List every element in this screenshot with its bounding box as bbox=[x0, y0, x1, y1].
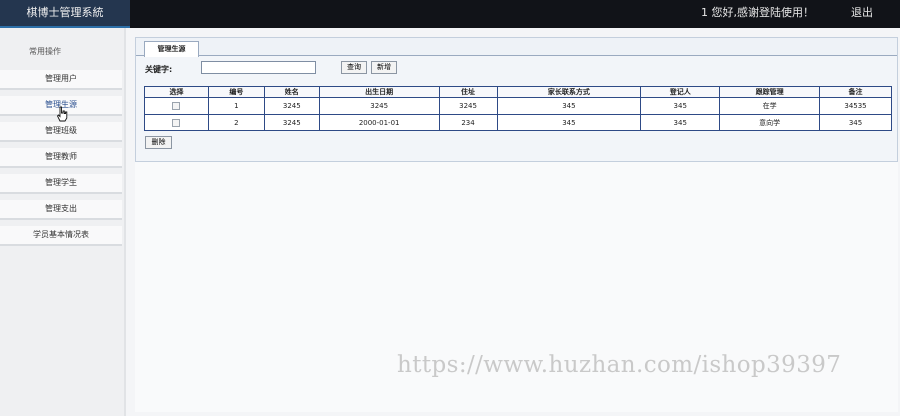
col-header-parent-contact: 家长联系方式 bbox=[496, 86, 642, 98]
col-header-registrar: 登记人 bbox=[640, 86, 721, 98]
welcome-text: 1 您好,感谢登陆使用！ bbox=[701, 6, 814, 19]
sidebar-item-manage-expenses[interactable]: 管理支出 bbox=[0, 200, 122, 220]
col-header-tracking: 跟踪管理 bbox=[719, 86, 821, 98]
id-cell: 1 bbox=[207, 97, 265, 115]
sidebar: 常用操作 管理用户 管理生源 管理班级 管理教师 管理学生 管理支出 学员基本情… bbox=[0, 28, 126, 416]
sidebar-item-manage-teachers[interactable]: 管理教师 bbox=[0, 148, 122, 168]
name-cell: 3245 bbox=[263, 114, 320, 131]
main-panel: 管理生源 关键字: 查询 新增 选择 编号 姓名 出生日期 住址 家长联系方式 … bbox=[135, 37, 898, 162]
parent-contact-cell: 345 bbox=[496, 97, 642, 115]
watermark-text: https://www.huzhan.com/ishop39397 bbox=[397, 352, 842, 378]
row-checkbox[interactable] bbox=[172, 102, 181, 110]
tracking-cell: 在学 bbox=[719, 97, 821, 115]
remark-cell: 345 bbox=[819, 114, 892, 131]
col-header-name: 姓名 bbox=[263, 86, 320, 98]
query-button[interactable]: 查询 bbox=[341, 61, 367, 74]
registrar-cell: 345 bbox=[640, 97, 721, 115]
col-header-address: 住址 bbox=[438, 86, 498, 98]
tab-manage-sources[interactable]: 管理生源 bbox=[144, 41, 199, 57]
id-cell: 2 bbox=[207, 114, 265, 131]
row-checkbox[interactable] bbox=[172, 118, 181, 127]
delete-button[interactable]: 删除 bbox=[145, 136, 172, 149]
table-row: 2 3245 2000-01-01 234 345 345 意向学 345 bbox=[144, 114, 892, 131]
tab-strip: 管理生源 bbox=[136, 38, 897, 57]
name-cell: 3245 bbox=[263, 97, 320, 115]
col-header-id: 编号 bbox=[207, 86, 265, 98]
select-cell bbox=[144, 97, 209, 115]
sidebar-item-student-report[interactable]: 学员基本情况表 bbox=[0, 226, 122, 246]
select-cell bbox=[144, 114, 209, 131]
sidebar-item-manage-users[interactable]: 管理用户 bbox=[0, 70, 122, 90]
birthdate-cell: 2000-01-01 bbox=[318, 114, 440, 131]
table-row: 1 3245 3245 3245 345 345 在学 34535 bbox=[144, 97, 892, 115]
sidebar-item-manage-students[interactable]: 管理学生 bbox=[0, 174, 122, 194]
remark-cell: 34535 bbox=[819, 97, 892, 115]
data-table: 选择 编号 姓名 出生日期 住址 家长联系方式 登记人 跟踪管理 备注 1 32… bbox=[144, 86, 892, 131]
top-bar: 棋博士管理系統 1 您好,感谢登陆使用！ 退出 bbox=[0, 0, 900, 28]
app-title: 棋博士管理系統 bbox=[0, 0, 130, 28]
add-button[interactable]: 新增 bbox=[371, 61, 397, 74]
sidebar-item-manage-classes[interactable]: 管理班级 bbox=[0, 122, 122, 142]
col-header-select: 选择 bbox=[144, 86, 209, 98]
keyword-input[interactable] bbox=[201, 61, 316, 74]
col-header-remark: 备注 bbox=[819, 86, 892, 98]
registrar-cell: 345 bbox=[640, 114, 721, 131]
parent-contact-cell: 345 bbox=[496, 114, 642, 131]
sidebar-title: 常用操作 bbox=[29, 47, 61, 56]
keyword-label: 关键字: bbox=[145, 65, 173, 74]
address-cell: 234 bbox=[438, 114, 498, 131]
hand-cursor-icon bbox=[56, 106, 68, 122]
table-header-row: 选择 编号 姓名 出生日期 住址 家长联系方式 登记人 跟踪管理 备注 bbox=[144, 86, 892, 98]
tracking-cell: 意向学 bbox=[719, 114, 821, 131]
logout-link[interactable]: 退出 bbox=[851, 0, 873, 28]
col-header-birthdate: 出生日期 bbox=[318, 86, 440, 98]
address-cell: 3245 bbox=[438, 97, 498, 115]
birthdate-cell: 3245 bbox=[318, 97, 440, 115]
